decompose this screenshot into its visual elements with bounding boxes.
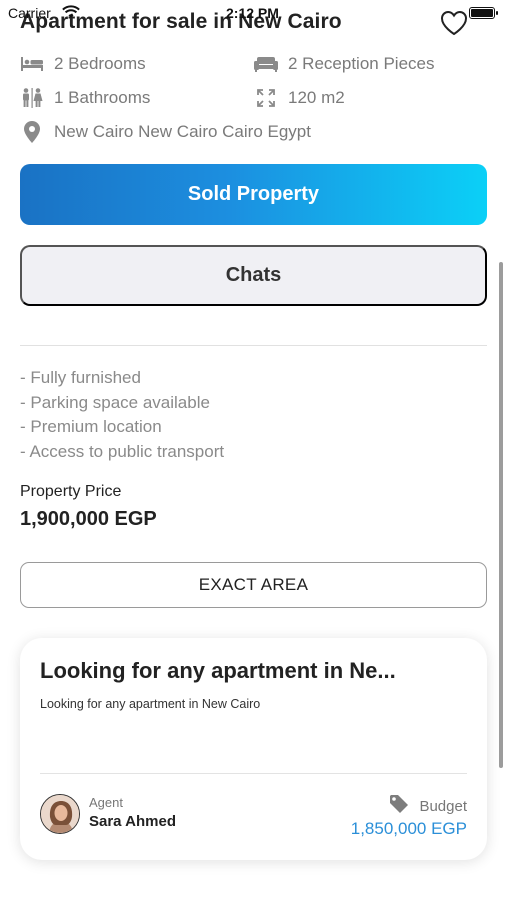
area-text: 120 m2: [288, 88, 345, 107]
divider: [20, 345, 487, 346]
card-divider: [40, 773, 467, 774]
agent-name: Sara Ahmed: [89, 813, 176, 830]
expand-icon: [254, 88, 278, 108]
tag-icon: [389, 794, 409, 819]
request-title: Looking for any apartment in Ne...: [40, 658, 396, 683]
exact-area-button[interactable]: EXACT AREA: [20, 562, 487, 608]
feature-location: New Cairo New Cairo Cairo Egypt: [20, 121, 311, 143]
budget-label: Budget: [419, 798, 467, 815]
bed-icon: [20, 54, 44, 74]
description-item: - Access to public transport: [20, 441, 225, 461]
agent-label: Agent: [89, 795, 123, 810]
feature-area: 120 m2: [254, 88, 345, 108]
bathrooms-text: 1 Bathrooms: [54, 88, 151, 107]
scrollbar[interactable]: [499, 262, 503, 768]
wifi-icon: [62, 5, 80, 24]
price-label: Property Price: [20, 483, 122, 500]
chats-button[interactable]: Chats: [20, 245, 487, 306]
restroom-icon: [20, 88, 44, 108]
carrier-label: Carrier: [8, 5, 51, 21]
heart-outline-icon[interactable]: [439, 8, 469, 38]
location-text: New Cairo New Cairo Cairo Egypt: [54, 122, 311, 141]
sold-property-button[interactable]: Sold Property: [20, 164, 487, 225]
budget-value: 1,850,000 EGP: [350, 819, 467, 838]
budget-header: Budget: [389, 794, 467, 819]
description-item: - Fully furnished: [20, 368, 141, 387]
screen: Apartment for sale in New Cairo Carrier …: [0, 0, 507, 900]
description-item: - Premium location: [20, 417, 162, 436]
feature-bathrooms: 1 Bathrooms: [20, 88, 150, 108]
feature-reception: 2 Reception Pieces: [254, 54, 434, 74]
description-list: - Fully furnished - Parking space availa…: [20, 366, 224, 464]
avatar: [40, 794, 80, 834]
request-subtitle: Looking for any apartment in New Cairo: [40, 697, 261, 711]
status-time: 2:12 PM: [226, 5, 279, 21]
description-item: - Parking space available: [20, 392, 210, 412]
sofa-icon: [254, 54, 278, 74]
battery-icon: [469, 7, 498, 19]
location-pin-icon: [20, 121, 44, 143]
price-value: 1,900,000 EGP: [20, 508, 157, 530]
request-card[interactable]: Looking for any apartment in Ne... Looki…: [20, 638, 487, 860]
bedrooms-text: 2 Bedrooms: [54, 54, 146, 73]
reception-text: 2 Reception Pieces: [288, 54, 435, 73]
feature-bedrooms: 2 Bedrooms: [20, 54, 146, 74]
